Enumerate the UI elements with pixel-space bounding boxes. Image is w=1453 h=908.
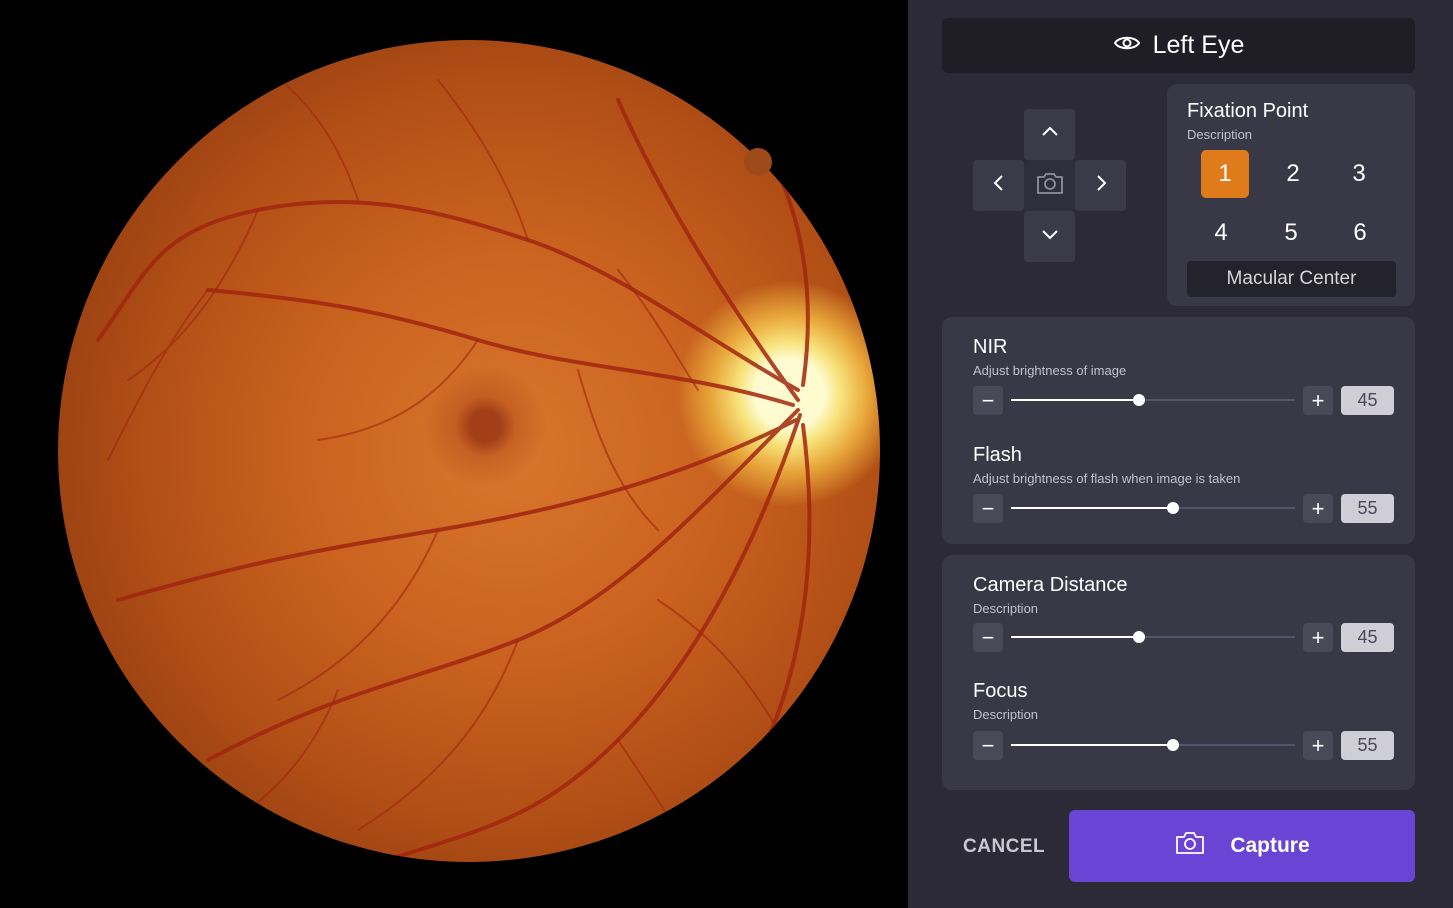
fixation-point-6[interactable]: 6 xyxy=(1336,209,1384,257)
nir-value[interactable]: 45 xyxy=(1341,386,1394,415)
focus-slider-thumb[interactable] xyxy=(1166,739,1179,751)
capture-label: Capture xyxy=(1230,834,1310,857)
fixation-point-5[interactable]: 5 xyxy=(1267,209,1315,257)
move-right-button[interactable] xyxy=(1075,160,1126,211)
focus-description: Description xyxy=(973,707,1039,722)
distance-slider-thumb[interactable] xyxy=(1132,631,1145,643)
fixation-point-4[interactable]: 4 xyxy=(1197,209,1245,257)
focus-value[interactable]: 55 xyxy=(1341,731,1394,760)
capture-button[interactable]: Capture xyxy=(1069,810,1415,882)
nir-increase-button[interactable]: + xyxy=(1303,386,1333,415)
chevron-up-icon xyxy=(1040,122,1060,147)
nir-slider[interactable] xyxy=(1011,394,1295,406)
fixation-point-3[interactable]: 3 xyxy=(1335,150,1383,198)
focus-decrease-button[interactable]: − xyxy=(973,731,1003,760)
nir-slider-fill xyxy=(1011,399,1139,401)
eye-selector[interactable]: Left Eye xyxy=(942,18,1415,73)
distance-increase-button[interactable]: + xyxy=(1303,623,1333,652)
distance-decrease-button[interactable]: − xyxy=(973,623,1003,652)
cancel-button[interactable]: CANCEL xyxy=(963,836,1045,858)
flash-slider[interactable] xyxy=(1011,502,1295,514)
distance-description: Description xyxy=(973,601,1039,616)
center-capture-button[interactable] xyxy=(1024,160,1075,211)
chevron-right-icon xyxy=(1091,173,1111,198)
move-up-button[interactable] xyxy=(1024,109,1075,160)
flash-increase-button[interactable]: + xyxy=(1303,494,1333,523)
nir-decrease-button[interactable]: − xyxy=(973,386,1003,415)
move-down-button[interactable] xyxy=(1024,211,1075,262)
camera-icon xyxy=(1035,170,1065,201)
fixation-point-card: Fixation Point Description 1 2 3 4 5 6 M… xyxy=(1167,84,1415,306)
nir-slider-thumb[interactable] xyxy=(1132,394,1145,406)
focus-title: Focus xyxy=(973,680,1028,702)
fixation-point-1[interactable]: 1 xyxy=(1201,150,1249,198)
fixation-description: Description xyxy=(1187,127,1253,142)
flash-description: Adjust brightness of flash when image is… xyxy=(973,471,1241,486)
focus-increase-button[interactable]: + xyxy=(1303,731,1333,760)
flash-slider-fill xyxy=(1011,507,1173,509)
chevron-left-icon xyxy=(989,173,1009,198)
focus-slider[interactable] xyxy=(1011,739,1295,751)
fixation-point-2[interactable]: 2 xyxy=(1269,150,1317,198)
move-left-button[interactable] xyxy=(973,160,1024,211)
image-artifact xyxy=(744,148,772,176)
distance-slider-fill xyxy=(1011,636,1139,638)
flash-decrease-button[interactable]: − xyxy=(973,494,1003,523)
optics-card: Camera Distance Description − + 45 Focus… xyxy=(942,555,1415,790)
distance-value[interactable]: 45 xyxy=(1341,623,1394,652)
flash-value[interactable]: 55 xyxy=(1341,494,1394,523)
eye-title: Left Eye xyxy=(1152,31,1245,59)
distance-title: Camera Distance xyxy=(973,574,1128,596)
illumination-card: NIR Adjust brightness of image − + 45 Fl… xyxy=(942,317,1415,544)
distance-slider[interactable] xyxy=(1011,631,1295,643)
eye-icon xyxy=(1113,31,1141,60)
chevron-down-icon xyxy=(1040,224,1060,249)
fixation-selected-label: Macular Center xyxy=(1187,261,1396,297)
image-viewer xyxy=(0,0,908,908)
control-panel: Left Eye Fixation Point Description 1 2 … xyxy=(908,0,1453,908)
flash-slider-thumb[interactable] xyxy=(1166,502,1179,514)
camera-icon xyxy=(1174,830,1206,862)
direction-pad xyxy=(973,109,1127,263)
flash-title: Flash xyxy=(973,444,1022,466)
nir-title: NIR xyxy=(973,336,1008,358)
focus-slider-fill xyxy=(1011,744,1173,746)
fixation-title: Fixation Point xyxy=(1187,100,1309,122)
nir-description: Adjust brightness of image xyxy=(973,363,1127,378)
